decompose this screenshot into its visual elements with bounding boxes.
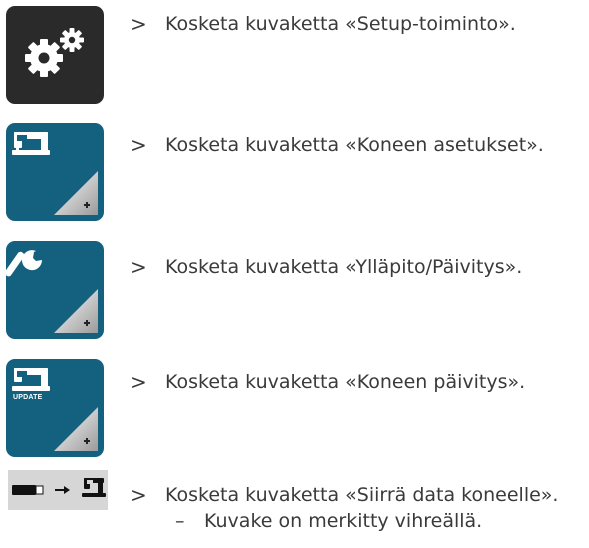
step-2-text: Kosketa kuvaketta «Koneen asetukset». <box>165 134 544 156</box>
step-5-sub-marker: – <box>175 510 185 532</box>
step-4-marker: > <box>130 370 147 394</box>
step-3-marker: > <box>130 255 147 279</box>
setup-icon-tile <box>6 6 104 104</box>
machine-update-icon-tile: UPDATE <box>6 359 104 457</box>
step-2-marker: > <box>130 133 147 157</box>
step-3-text: Kosketa kuvaketta «Ylläpito/Päivitys». <box>165 256 523 278</box>
update-label: UPDATE <box>13 394 43 401</box>
step-1-marker: > <box>130 12 147 36</box>
step-5-text: Kosketa kuvaketta «Siirrä data koneelle»… <box>165 484 559 506</box>
setup-gears-icon <box>25 28 84 77</box>
step-5-marker: > <box>130 483 147 507</box>
step-4-text: Kosketa kuvaketta «Koneen päivitys». <box>165 371 526 393</box>
transfer-data-icon <box>8 470 108 510</box>
machine-settings-icon <box>12 132 98 215</box>
wrench-icon <box>6 250 98 333</box>
machine-update-icon <box>12 368 98 451</box>
machine-settings-icon-tile <box>6 123 104 221</box>
step-5-sub-text: Kuvake on merkitty vihreällä. <box>204 510 483 532</box>
step-1-text: Kosketa kuvaketta «Setup-toiminto». <box>165 13 516 35</box>
maintenance-icon-tile <box>6 241 104 339</box>
